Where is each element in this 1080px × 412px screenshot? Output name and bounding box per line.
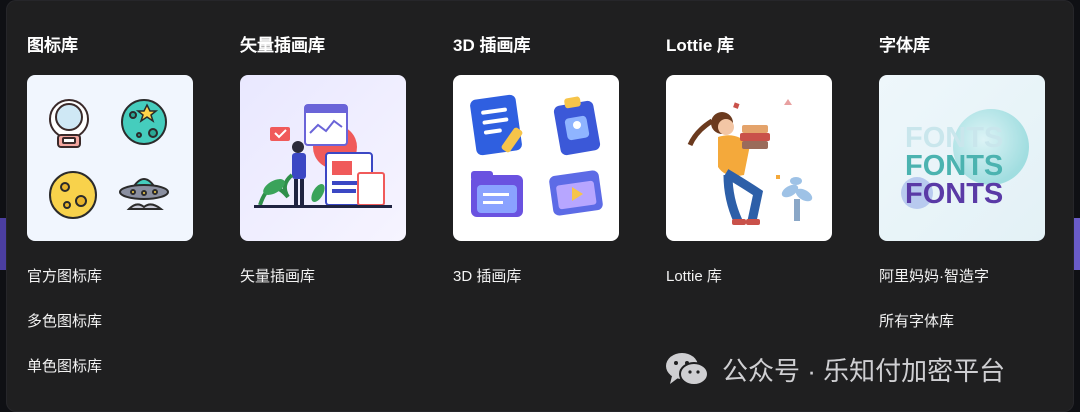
- lottie-illustration-icon: [666, 75, 832, 241]
- vector-illustration-card[interactable]: [240, 75, 406, 241]
- column-title-fonts: 字体库: [879, 36, 930, 55]
- watermark-text: 公众号 · 乐知付加密平台: [722, 355, 1006, 386]
- fonts-word-3: FONTS: [905, 178, 1003, 210]
- column-title-lottie: Lottie 库: [666, 36, 734, 55]
- resource-dropdown-panel: 图标库 官方图标库 多色图标库 单色图标库 矢量插画库 矢量插画库 3D 插画库…: [6, 0, 1074, 412]
- vector-illustration-icon: [240, 75, 406, 241]
- fonts-illustration-icon: FONTS FONTS FONTS: [879, 75, 1045, 241]
- link-multicolor-icons[interactable]: 多色图标库: [27, 313, 102, 331]
- column-title-icon-library: 图标库: [27, 36, 78, 55]
- icon-library-illustration-icon: [27, 75, 193, 241]
- link-official-icons[interactable]: 官方图标库: [27, 268, 102, 286]
- icon-library-card[interactable]: [27, 75, 193, 241]
- wechat-icon: [666, 353, 709, 386]
- link-3d-illustration[interactable]: 3D 插画库: [453, 268, 521, 286]
- wechat-watermark: 公众号 · 乐知付加密平台: [664, 350, 1005, 388]
- link-monochrome-icons[interactable]: 单色图标库: [27, 358, 102, 376]
- column-title-3d-illustration: 3D 插画库: [453, 36, 531, 55]
- column-title-vector-illustration: 矢量插画库: [240, 36, 325, 55]
- fonts-card[interactable]: FONTS FONTS FONTS: [879, 75, 1045, 241]
- link-alimama-font[interactable]: 阿里妈妈·智造字: [879, 268, 989, 286]
- 3d-illustration-card[interactable]: [453, 75, 619, 241]
- link-lottie[interactable]: Lottie 库: [666, 268, 722, 286]
- link-vector-illustration[interactable]: 矢量插画库: [240, 268, 315, 286]
- link-all-fonts[interactable]: 所有字体库: [879, 313, 954, 331]
- 3d-illustration-icon: [453, 75, 619, 241]
- lottie-card[interactable]: [666, 75, 832, 241]
